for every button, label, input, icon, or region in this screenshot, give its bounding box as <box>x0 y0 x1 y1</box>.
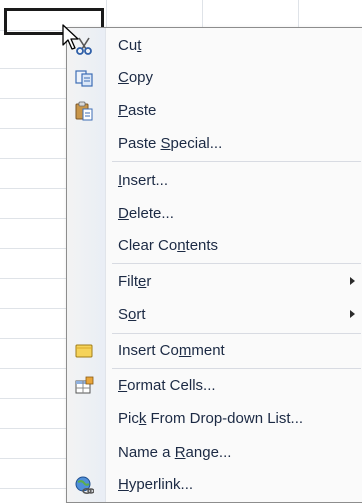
menu-item-label: Paste <box>118 101 157 119</box>
menu-item-label: Sort <box>118 305 146 323</box>
grid-column-line <box>298 0 299 30</box>
menu-item-paste[interactable]: Paste <box>67 94 362 126</box>
menu-item-delete[interactable]: Delete... <box>67 197 362 229</box>
menu-item-copy[interactable]: Copy <box>67 61 362 93</box>
menu-item-name-a-range[interactable]: Name a Range... <box>67 436 362 468</box>
menu-item-label: Filter <box>118 272 152 290</box>
menu-item-label: Paste Special... <box>118 134 223 152</box>
menu-item-label: Pick From Drop-down List... <box>118 409 304 427</box>
format-cells-icon <box>73 375 95 397</box>
menu-item-label: Insert... <box>118 171 169 189</box>
menu-item-label: Delete... <box>118 204 174 222</box>
menu-item-label: Hyperlink... <box>118 475 194 493</box>
menu-item-format-cells[interactable]: Format Cells... <box>67 369 362 401</box>
menu-item-label: Clear Contents <box>118 236 219 254</box>
mouse-pointer-icon <box>62 24 79 50</box>
menu-separator <box>112 263 361 264</box>
paste-icon <box>73 100 95 122</box>
menu-item-label: Copy <box>118 68 154 86</box>
menu-item-sort[interactable]: Sort <box>67 298 362 330</box>
menu-item-pick-from-dropdown-list[interactable]: Pick From Drop-down List... <box>67 402 362 434</box>
menu-item-label: Insert Comment <box>118 341 225 359</box>
menu-item-hyperlink[interactable]: Hyperlink... <box>67 468 362 500</box>
submenu-arrow-icon <box>350 310 355 318</box>
grid-column-line <box>106 0 107 30</box>
submenu-arrow-icon <box>350 277 355 285</box>
menu-item-paste-special[interactable]: Paste Special... <box>67 127 362 159</box>
menu-item-label: Name a Range... <box>118 443 232 461</box>
context-menu: Cut Copy Paste Paste Special... Insert..… <box>66 27 362 503</box>
hyperlink-icon <box>73 474 95 496</box>
menu-separator <box>112 161 361 162</box>
menu-item-insert[interactable]: Insert... <box>67 164 362 196</box>
menu-item-clear-contents[interactable]: Clear Contents <box>67 229 362 261</box>
menu-item-cut[interactable]: Cut <box>67 29 362 61</box>
menu-item-label: Cut <box>118 36 142 54</box>
copy-icon <box>73 67 95 89</box>
menu-item-label: Format Cells... <box>118 376 216 394</box>
grid-column-line <box>202 0 203 30</box>
menu-item-filter[interactable]: Filter <box>67 265 362 297</box>
menu-item-insert-comment[interactable]: Insert Comment <box>67 334 362 366</box>
comment-icon <box>73 340 95 362</box>
